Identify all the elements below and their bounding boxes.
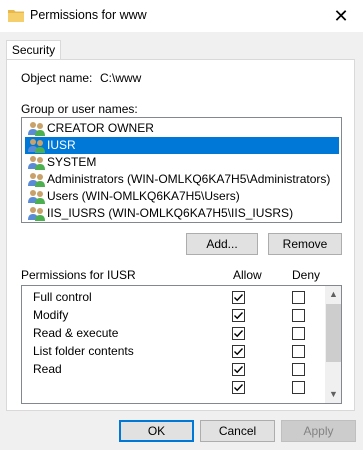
group-list-label: Group or user names: [21, 102, 138, 116]
group-user-list[interactable]: CREATOR OWNER IUSR SYSTEM Administrators… [21, 117, 342, 223]
allow-checkbox[interactable] [232, 363, 245, 376]
permissions-label: Permissions for IUSR [21, 268, 136, 282]
permission-name: List folder contents [33, 344, 134, 358]
users-icon [28, 190, 45, 204]
users-icon [28, 207, 45, 221]
deny-checkbox[interactable] [292, 291, 305, 304]
permission-name: Full control [33, 290, 92, 304]
permission-row: Read [22, 360, 322, 378]
deny-checkbox[interactable] [292, 345, 305, 358]
object-name-label: Object name: [21, 71, 93, 85]
chevron-up-icon: ▲ [329, 289, 338, 299]
allow-header: Allow [233, 268, 262, 282]
list-item-label: Users (WIN-OMLKQ6KA7H5\Users) [47, 189, 240, 203]
chevron-down-icon: ▼ [329, 389, 338, 399]
add-button[interactable]: Add... [186, 233, 258, 255]
permission-name: Modify [33, 308, 69, 322]
permissions-list[interactable]: Full control Modify Read & execute List … [21, 285, 342, 404]
check-icon [234, 384, 244, 392]
scroll-down-button[interactable]: ▼ [325, 386, 341, 403]
ok-button[interactable]: OK [119, 420, 194, 442]
apply-button[interactable]: Apply [281, 420, 356, 442]
users-icon [28, 156, 45, 170]
scroll-up-button[interactable]: ▲ [325, 286, 341, 303]
close-button[interactable]: ✕ [325, 2, 357, 30]
list-item[interactable]: Administrators (WIN-OMLKQ6KA7H5\Administ… [25, 171, 339, 188]
list-item-label: IIS_IUSRS (WIN-OMLKQ6KA7H5\IIS_IUSRS) [47, 206, 294, 220]
list-item[interactable]: SYSTEM [25, 154, 339, 171]
users-icon [28, 122, 45, 136]
check-icon [234, 294, 244, 302]
deny-header: Deny [292, 268, 321, 282]
permission-row: List folder contents [22, 342, 322, 360]
deny-checkbox[interactable] [292, 381, 305, 394]
folder-icon [8, 10, 24, 22]
allow-checkbox[interactable] [232, 345, 245, 358]
deny-checkbox[interactable] [292, 309, 305, 322]
list-item[interactable]: CREATOR OWNER [25, 120, 339, 137]
title-bar: Permissions for www ✕ [0, 0, 363, 32]
permission-row [22, 378, 322, 396]
security-panel: Object name: C:\www Group or user names:… [6, 59, 355, 411]
list-item[interactable]: IIS_IUSRS (WIN-OMLKQ6KA7H5\IIS_IUSRS) [25, 205, 339, 222]
permission-row: Modify [22, 306, 322, 324]
tab-security[interactable]: Security [6, 40, 61, 60]
users-icon [28, 139, 45, 153]
list-item-label: Administrators (WIN-OMLKQ6KA7H5\Administ… [47, 172, 331, 186]
check-icon [234, 348, 244, 356]
allow-checkbox[interactable] [232, 381, 245, 394]
list-item-label: CREATOR OWNER [47, 121, 154, 135]
remove-button[interactable]: Remove [268, 233, 342, 255]
permission-row: Full control [22, 288, 322, 306]
cancel-button[interactable]: Cancel [200, 420, 275, 442]
object-name-value: C:\www [100, 71, 142, 85]
permission-name: Read & execute [33, 326, 119, 340]
permission-row: Read & execute [22, 324, 322, 342]
deny-checkbox[interactable] [292, 363, 305, 376]
list-item-label: SYSTEM [47, 155, 97, 169]
allow-checkbox[interactable] [232, 327, 245, 340]
tab-strip: Security [0, 32, 363, 60]
deny-checkbox[interactable] [292, 327, 305, 340]
check-icon [234, 366, 244, 374]
list-item-selected[interactable]: IUSR [25, 137, 339, 154]
window-title: Permissions for www [30, 8, 147, 22]
allow-checkbox[interactable] [232, 309, 245, 322]
list-item[interactable]: Users (WIN-OMLKQ6KA7H5\Users) [25, 188, 339, 205]
list-item-label: IUSR [47, 138, 76, 152]
check-icon [234, 330, 244, 338]
users-icon [28, 173, 45, 187]
check-icon [234, 312, 244, 320]
permissions-scrollbar[interactable]: ▲ ▼ [325, 286, 341, 403]
allow-checkbox[interactable] [232, 291, 245, 304]
permission-name: Read [33, 362, 62, 376]
close-icon: ✕ [333, 6, 349, 26]
scroll-thumb[interactable] [326, 304, 341, 362]
